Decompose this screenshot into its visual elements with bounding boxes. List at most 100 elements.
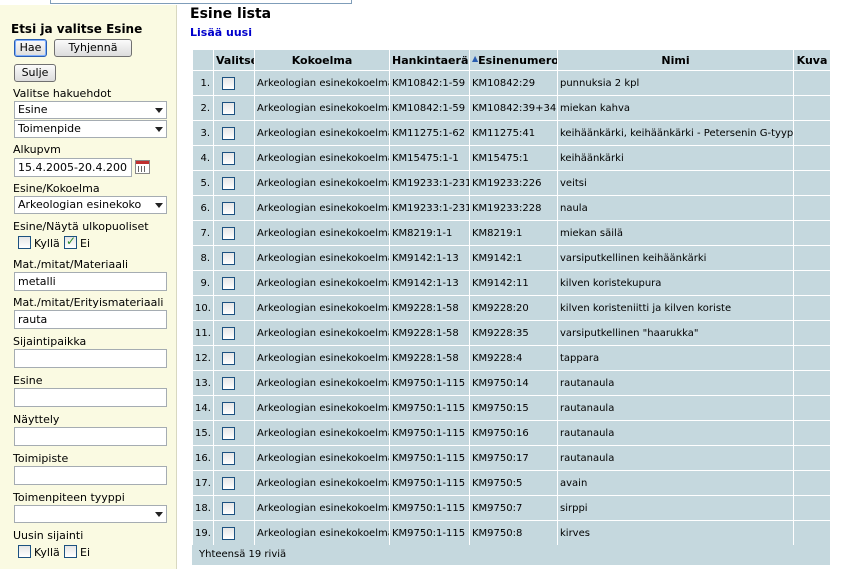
row-number[interactable]: KM9750:16	[469, 420, 558, 446]
table-row[interactable]: 16. Arkeologian esinekokoelma KM9750:1-115…	[192, 445, 831, 471]
row-select-checkbox[interactable]	[222, 351, 235, 365]
show-external-yes-label: Kyllä	[34, 237, 60, 250]
row-batch: KM19233:1-231	[389, 195, 470, 221]
column-header-select: Valitse	[213, 49, 255, 71]
row-name: miekan säilä	[557, 220, 794, 246]
row-collection: Arkeologian esinekokoelma	[254, 145, 390, 171]
row-select-cell	[213, 95, 255, 121]
row-select-cell	[213, 145, 255, 171]
row-number[interactable]: KM9228:35	[469, 320, 558, 346]
row-number[interactable]: KM10842:29	[469, 70, 558, 96]
table-row[interactable]: 12. Arkeologian esinekokoelma KM9228:1-58 K…	[192, 345, 831, 371]
row-select-checkbox[interactable]	[222, 401, 235, 415]
row-select-checkbox[interactable]	[222, 76, 235, 90]
latest-location-no-checkbox[interactable]	[64, 545, 77, 558]
row-number[interactable]: KM9750:14	[469, 370, 558, 396]
row-select-checkbox[interactable]	[222, 126, 235, 140]
table-row[interactable]: 7. Arkeologian esinekokoelma KM8219:1-1 KM8…	[192, 220, 831, 246]
sidebar-title: Etsi ja valitse Esine	[11, 22, 143, 36]
table-row[interactable]: 17. Arkeologian esinekokoelma KM9750:1-115…	[192, 470, 831, 496]
row-image	[793, 395, 831, 421]
column-header-number[interactable]: ▲Esinenumero	[469, 49, 558, 71]
row-number[interactable]: KM9750:17	[469, 445, 558, 471]
table-row[interactable]: 4. Arkeologian esinekokoelma KM15475:1-1 KM…	[192, 145, 831, 171]
row-number[interactable]: KM9750:5	[469, 470, 558, 496]
row-number[interactable]: KM9228:4	[469, 345, 558, 371]
object-input[interactable]	[14, 388, 167, 407]
show-external-no-label: Ei	[80, 237, 91, 250]
table-row[interactable]: 10. Arkeologian esinekokoelma KM9228:1-58 K…	[192, 295, 831, 321]
row-select-cell	[213, 120, 255, 146]
table-row[interactable]: 8. Arkeologian esinekokoelma KM9142:1-13 KM…	[192, 245, 831, 271]
row-select-checkbox[interactable]	[222, 176, 235, 190]
row-number[interactable]: KM9228:20	[469, 295, 558, 321]
table-row[interactable]: 5. Arkeologian esinekokoelma KM19233:1-231…	[192, 170, 831, 196]
row-select-checkbox[interactable]	[222, 451, 235, 465]
row-select-cell	[213, 295, 255, 321]
table-row[interactable]: 14. Arkeologian esinekokoelma KM9750:1-115…	[192, 395, 831, 421]
column-header-collection[interactable]: Kokoelma	[254, 49, 390, 71]
table-row[interactable]: 1. Arkeologian esinekokoelma KM10842:1-59 K…	[192, 70, 831, 96]
table-row[interactable]: 3. Arkeologian esinekokoelma KM11275:1-62 K…	[192, 120, 831, 146]
action-select[interactable]: Toimenpide	[14, 120, 167, 138]
row-select-checkbox[interactable]	[222, 301, 235, 315]
row-index: 7.	[192, 220, 214, 246]
address-field[interactable]	[50, 0, 352, 4]
start-date-input[interactable]: 15.4.2005-20.4.200	[14, 158, 132, 177]
row-select-checkbox[interactable]	[222, 276, 235, 290]
row-number[interactable]: KM11275:41	[469, 120, 558, 146]
location-label: Sijaintipaikka	[13, 335, 87, 348]
row-image	[793, 245, 831, 271]
column-header-name[interactable]: Nimi	[557, 49, 794, 71]
table-row[interactable]: 6. Arkeologian esinekokoelma KM19233:1-231…	[192, 195, 831, 221]
row-select-checkbox[interactable]	[222, 101, 235, 115]
row-select-checkbox[interactable]	[222, 376, 235, 390]
search-button[interactable]: Hae	[14, 39, 47, 57]
material-input[interactable]: metalli	[14, 272, 167, 291]
row-number[interactable]: KM8219:1	[469, 220, 558, 246]
add-new-link[interactable]: Lisää uusi	[190, 26, 252, 39]
table-row[interactable]: 9. Arkeologian esinekokoelma KM9142:1-13 KM…	[192, 270, 831, 296]
row-select-checkbox[interactable]	[222, 501, 235, 515]
show-external-yes-checkbox[interactable]	[18, 236, 31, 249]
show-external-no-checkbox[interactable]	[64, 234, 77, 249]
table-row[interactable]: 11. Arkeologian esinekokoelma KM9228:1-58 K…	[192, 320, 831, 346]
table-row[interactable]: 2. Arkeologian esinekokoelma KM10842:1-59 K…	[192, 95, 831, 121]
action-type-select[interactable]	[14, 505, 167, 523]
row-select-checkbox[interactable]	[222, 476, 235, 490]
row-select-checkbox[interactable]	[222, 151, 235, 165]
special-material-input[interactable]: rauta	[14, 310, 167, 329]
row-number[interactable]: KM9142:1	[469, 245, 558, 271]
row-number[interactable]: KM10842:39+34	[469, 95, 558, 121]
row-number[interactable]: KM9750:7	[469, 495, 558, 521]
unit-input[interactable]	[14, 466, 167, 485]
row-number[interactable]: KM9750:15	[469, 395, 558, 421]
row-number[interactable]: KM19233:226	[469, 170, 558, 196]
table-row[interactable]: 19. Arkeologian esinekokoelma KM9750:1-115…	[192, 520, 831, 546]
row-name: rautanaula	[557, 420, 794, 446]
table-row[interactable]: 18. Arkeologian esinekokoelma KM9750:1-115…	[192, 495, 831, 521]
latest-location-yes-checkbox[interactable]	[18, 545, 31, 558]
exhibition-input[interactable]	[14, 427, 167, 446]
row-number[interactable]: KM19233:228	[469, 195, 558, 221]
row-number[interactable]: KM9750:8	[469, 520, 558, 546]
table-row[interactable]: 13. Arkeologian esinekokoelma KM9750:1-115…	[192, 370, 831, 396]
row-collection: Arkeologian esinekokoelma	[254, 195, 390, 221]
column-header-batch[interactable]: Hankintaerä	[389, 49, 470, 71]
row-select-checkbox[interactable]	[222, 201, 235, 215]
clear-button[interactable]: Tyhjennä	[54, 39, 132, 57]
calendar-icon[interactable]	[135, 160, 150, 174]
row-select-checkbox[interactable]	[222, 226, 235, 240]
row-select-checkbox[interactable]	[222, 426, 235, 440]
row-number[interactable]: KM15475:1	[469, 145, 558, 171]
location-input[interactable]	[14, 349, 167, 368]
table-row[interactable]: 15. Arkeologian esinekokoelma KM9750:1-115…	[192, 420, 831, 446]
row-name: sirppi	[557, 495, 794, 521]
row-number[interactable]: KM9142:11	[469, 270, 558, 296]
collection-select[interactable]: Arkeologian esinekoko	[14, 196, 167, 214]
close-button[interactable]: Sulje	[14, 64, 56, 82]
row-select-checkbox[interactable]	[222, 526, 235, 540]
row-select-checkbox[interactable]	[222, 326, 235, 340]
row-select-checkbox[interactable]	[222, 251, 235, 265]
object-select[interactable]: Esine	[14, 101, 167, 119]
